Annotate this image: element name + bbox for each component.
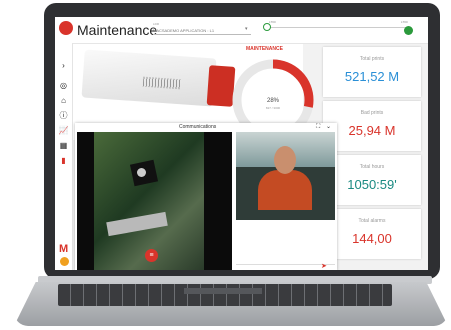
remote-user-head — [274, 146, 296, 174]
sidebar: › ◎ ⌂ ⓘ 📈 ▦ ▮ M — [55, 43, 73, 270]
stat-caption: Total alarms — [358, 218, 386, 224]
communications-panel: Communications ⛶ ⌄ ≡ ➤ — [75, 123, 337, 270]
application-underline — [153, 34, 251, 35]
location-icon[interactable]: ◎ — [58, 81, 69, 90]
stat-card-total-alarms: Total alarms 144,00 — [323, 209, 421, 259]
avatar[interactable] — [60, 257, 69, 266]
stat-caption: Total prints — [359, 56, 385, 62]
menu-icon[interactable]: ≡ — [145, 249, 158, 262]
remote-user-body — [258, 170, 312, 210]
stat-value: 521,52 M — [344, 69, 400, 84]
application-select[interactable]: MACSADEMO APPLICATION : L1 — [153, 28, 214, 33]
stat-card-total-hours: Total hours 1050:59' — [323, 155, 421, 205]
app-screen: Maintenance LDR MACSADEMO APPLICATION : … — [55, 17, 428, 270]
gauge-subtext: 827 / 3000 — [265, 106, 281, 110]
send-icon[interactable]: ➤ — [321, 262, 327, 270]
chevron-down-icon[interactable]: ▾ — [245, 26, 248, 32]
page-title: Maintenance — [77, 22, 158, 38]
gauge-percent: 28% — [266, 98, 279, 104]
stat-card-total-prints: Total prints 521,52 M — [323, 47, 421, 97]
laptop-vent — [184, 288, 262, 294]
remote-user-video — [236, 132, 335, 220]
stat-value: 25,94 M — [348, 123, 396, 138]
stat-caption: Bad prints — [360, 110, 384, 116]
home-icon[interactable]: ⌂ — [58, 96, 69, 105]
shared-camera-feed: ≡ — [77, 132, 232, 270]
communications-title: Communications — [179, 124, 217, 130]
maintenance-label: MAINTENANCE — [246, 46, 283, 52]
application-caption: LDR — [153, 22, 160, 26]
slider-max-label: LT00 — [401, 20, 408, 24]
top-bar: Maintenance LDR MACSADEMO APPLICATION : … — [55, 17, 428, 44]
expand-icon[interactable]: ⛶ — [316, 124, 320, 131]
range-slider-min-handle[interactable] — [263, 23, 271, 31]
chevron-right-icon[interactable]: › — [58, 61, 69, 70]
brand-logo: M — [59, 243, 69, 255]
stat-value: 1050:59' — [347, 177, 397, 192]
chip-logo — [137, 168, 146, 177]
chevron-down-icon[interactable]: ⌄ — [326, 123, 331, 130]
range-slider-max-handle[interactable] — [404, 26, 413, 35]
calendar-icon[interactable]: ▦ — [58, 141, 69, 150]
range-slider-track[interactable] — [267, 27, 411, 28]
chart-icon[interactable]: 📈 — [58, 126, 69, 135]
info-icon[interactable]: ⓘ — [58, 111, 69, 120]
logo-icon — [59, 21, 73, 35]
stat-caption: Total hours — [359, 164, 385, 170]
stat-value: 144,00 — [352, 231, 392, 246]
stat-card-bad-prints: Bad prints 25,94 M — [323, 101, 421, 151]
alert-icon[interactable]: ▮ — [58, 156, 69, 165]
